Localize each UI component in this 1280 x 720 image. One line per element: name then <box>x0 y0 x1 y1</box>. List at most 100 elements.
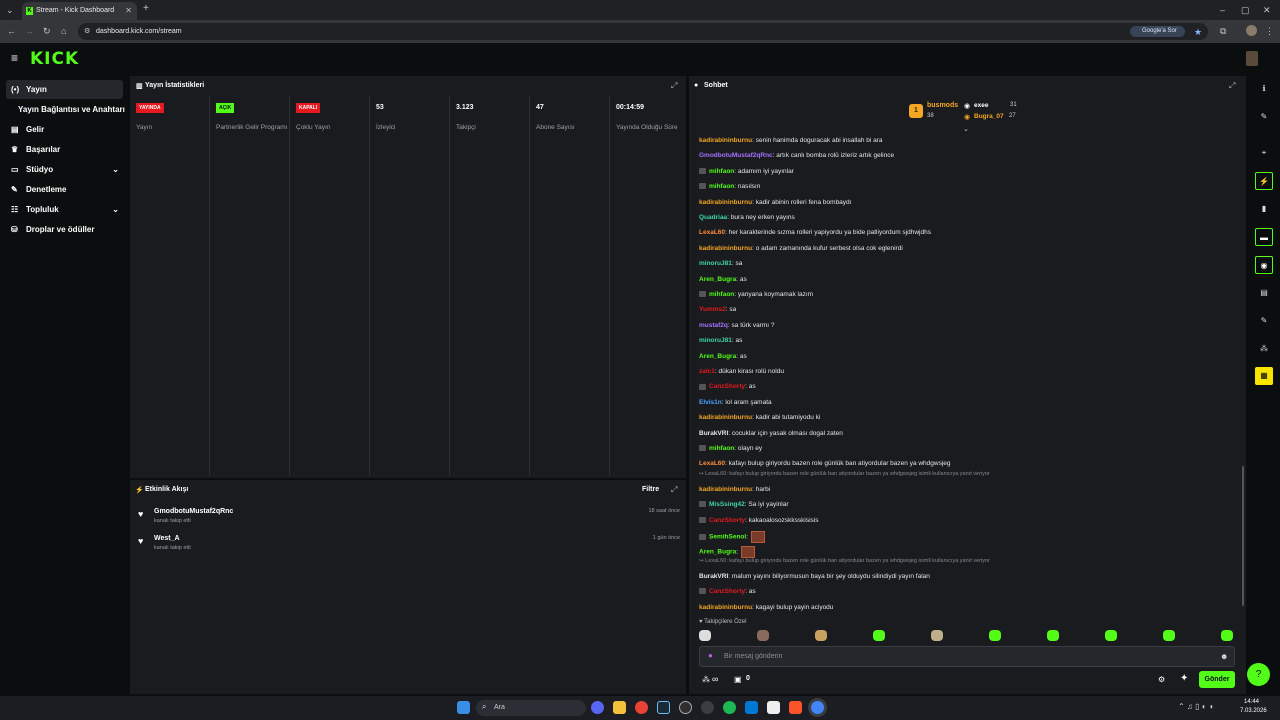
sidebar-item-denetleme[interactable]: ✎ Denetleme <box>6 180 123 199</box>
expand-icon[interactable]: ⤢ <box>671 485 677 495</box>
minimize-button[interactable]: – <box>1220 5 1225 15</box>
chat-username[interactable]: BurakVRI <box>699 430 728 437</box>
chat-input-box[interactable]: ● Bir mesaj gönderin ☻ <box>699 646 1235 667</box>
spotify-icon[interactable] <box>723 701 736 714</box>
chat-username[interactable]: mihfaon <box>709 183 734 190</box>
chat-username[interactable]: mihfaon <box>709 445 734 452</box>
chat-username[interactable]: zalc1 <box>699 368 715 375</box>
broadcast-toggle-icon[interactable]: ◉ <box>1255 256 1273 274</box>
sidebar-item-gelir[interactable]: ▤ Gelir <box>6 120 123 139</box>
extensions-icon[interactable]: ⧉ <box>1220 26 1226 36</box>
app-icon[interactable] <box>701 701 714 714</box>
wrench-icon[interactable]: ✎ <box>1255 312 1273 330</box>
new-tab-button[interactable]: + <box>143 4 149 14</box>
discord-icon[interactable] <box>591 701 604 714</box>
edit-icon[interactable]: ✎ <box>1255 108 1273 126</box>
chat-username[interactable]: MisSsing42 <box>709 501 745 508</box>
activity-username[interactable]: GmodbotuMustaf2qRnc <box>154 508 233 515</box>
chat-username[interactable]: kadirabininburnu <box>699 199 752 206</box>
reload-icon[interactable]: ↻ <box>43 26 51 36</box>
gift-box-icon[interactable]: ▣ <box>734 675 742 684</box>
settings-gear-icon[interactable]: ⚙ <box>1158 675 1165 684</box>
emote-icon[interactable] <box>989 630 1001 641</box>
user-avatar[interactable] <box>1246 51 1258 66</box>
close-tab-icon[interactable]: ✕ <box>125 2 132 20</box>
chat-username[interactable]: Quadriaa <box>699 214 727 221</box>
help-chat-icon[interactable]: ? <box>1247 663 1270 686</box>
forward-icon[interactable]: → <box>25 26 34 36</box>
emoji-icon[interactable]: ☻ <box>1220 652 1228 661</box>
send-button[interactable]: Gönder <box>1199 671 1235 688</box>
emote-icon[interactable] <box>1105 630 1117 641</box>
obs-icon[interactable] <box>679 701 692 714</box>
bolt-icon[interactable]: ⚡ <box>1255 172 1273 190</box>
bookmark-star-icon[interactable]: ★ <box>1194 27 1202 37</box>
chat-username[interactable]: mihfaon <box>709 291 734 298</box>
filter-button[interactable]: Filtre <box>642 486 659 493</box>
maximize-button[interactable]: ▢ <box>1241 5 1250 15</box>
chat-toggle-icon[interactable]: ▬ <box>1255 228 1273 246</box>
chat-username[interactable]: CanzShorty <box>709 383 745 390</box>
steam-icon[interactable] <box>657 701 670 714</box>
emote-icon[interactable] <box>873 630 885 641</box>
chat-username[interactable]: Aren_Bugra <box>699 549 736 556</box>
chat-username[interactable]: SemihSenol <box>709 534 746 541</box>
kick-logo[interactable]: KICK <box>30 49 79 69</box>
chat-username[interactable]: LexaL60 <box>699 460 725 467</box>
home-icon[interactable]: ⌂ <box>61 26 66 36</box>
activity-username[interactable]: West_A <box>154 535 180 542</box>
clock-time[interactable]: 14:44 <box>1244 699 1259 705</box>
close-window-button[interactable]: ✕ <box>1263 5 1271 15</box>
file-explorer-icon[interactable] <box>613 701 626 714</box>
chat-username[interactable]: kadirabininburnu <box>699 414 752 421</box>
expand-icon[interactable]: ⤢ <box>671 81 677 91</box>
brave-icon[interactable] <box>789 701 802 714</box>
back-icon[interactable]: ← <box>7 26 16 36</box>
taskbar-search[interactable]: ⌕ Ara <box>476 700 586 716</box>
chat-username[interactable]: kadirabininburnu <box>699 604 752 611</box>
sidebar-item-basarilar[interactable]: ♛ Başarılar <box>6 140 123 159</box>
sidebar-item-droplar[interactable]: ⛁ Droplar ve ödüller <box>6 220 123 239</box>
chat-input[interactable]: Bir mesaj gönderin <box>724 653 782 660</box>
browser-tab[interactable]: K Stream - Kick Dashboard ✕ <box>22 2 137 20</box>
browser-menu-icon[interactable]: ⋮ <box>1265 26 1274 36</box>
emote-icon[interactable] <box>699 630 711 641</box>
chat-username[interactable]: Aren_Bugra <box>699 276 736 283</box>
chevron-down-icon[interactable]: ⌄ <box>963 125 969 133</box>
chat-username[interactable]: minoruJ81 <box>699 337 732 344</box>
tab-list-icon[interactable]: ⌄ <box>6 5 14 15</box>
hamburger-menu-icon[interactable]: ≡ <box>11 52 18 64</box>
info-icon[interactable]: ℹ <box>1255 80 1273 98</box>
chat-scrollbar[interactable] <box>1242 466 1244 606</box>
chat-username[interactable]: GmodbotuMustaf2qRnc <box>699 152 773 159</box>
emote-icon[interactable] <box>931 630 943 641</box>
tray-icons[interactable]: ⌃ ♫ ▯ ◐ ◖ <box>1178 702 1214 711</box>
card-icon[interactable]: ▤ <box>1255 284 1273 302</box>
sidebar-item-topluluk[interactable]: ☷ Topluluk ⌄ <box>6 200 123 219</box>
clipboard-icon[interactable]: ▮ <box>1255 200 1273 218</box>
chat-username[interactable]: LexaL60 <box>699 229 725 236</box>
profile-avatar-icon[interactable] <box>1246 25 1257 36</box>
share-icon[interactable]: ⁂ <box>1255 340 1273 358</box>
emote-icon[interactable] <box>815 630 827 641</box>
chat-username[interactable]: mihfaon <box>709 168 734 175</box>
clock-date[interactable]: 7.03.2026 <box>1240 708 1267 714</box>
notion-icon[interactable] <box>767 701 780 714</box>
chrome-icon[interactable] <box>635 701 648 714</box>
chat-username[interactable]: CanzShorty <box>709 517 745 524</box>
chat-username[interactable]: CanzShorty <box>709 588 745 595</box>
emote-icon[interactable] <box>1047 630 1059 641</box>
chevron-down-icon[interactable]: ⌄ <box>112 160 119 179</box>
expand-icon[interactable]: ⤢ <box>1229 81 1235 91</box>
site-info-icon[interactable]: ⚙ <box>84 27 90 37</box>
chat-username[interactable]: kadirabininburnu <box>699 137 752 144</box>
emote-icon[interactable] <box>1163 630 1175 641</box>
sidebar-item-stream-key[interactable]: Yayın Bağlantısı ve Anahtarı <box>6 100 125 119</box>
chat-username[interactable]: minoruJ81 <box>699 260 732 267</box>
vscode-icon[interactable] <box>745 701 758 714</box>
capture-icon[interactable]: ⌖ <box>1255 144 1273 162</box>
chevron-down-icon[interactable]: ⌄ <box>112 200 119 219</box>
channel-points-icon[interactable]: ⁂ <box>702 675 710 684</box>
clapper-icon[interactable]: ▦ <box>1255 367 1273 385</box>
start-menu-icon[interactable] <box>457 701 470 714</box>
